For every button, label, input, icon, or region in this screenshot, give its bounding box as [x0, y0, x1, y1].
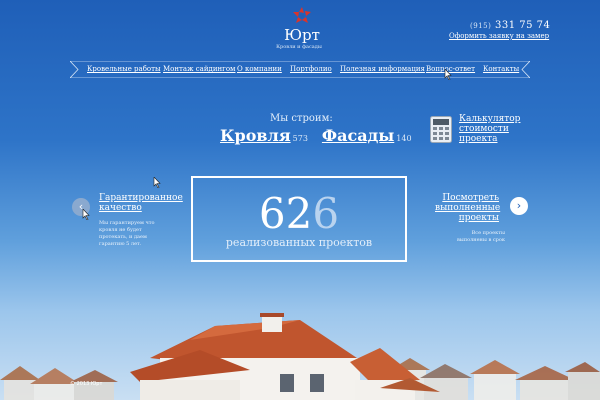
- nav-item-useful-info[interactable]: Полезная информация: [340, 65, 425, 73]
- nav-item-portfolio[interactable]: Портфолио: [290, 65, 332, 73]
- nav-item-contacts[interactable]: Контакты: [483, 65, 519, 73]
- view-projects-line1: Посмотреть: [442, 193, 499, 203]
- stats-row: Кровля 573 Фасады 140: [220, 126, 426, 145]
- phone-number: (915) 331 75 74: [470, 20, 550, 31]
- quality-desc-line4: гарантию 5 лет.: [99, 241, 142, 247]
- stats-heading: Мы строим:: [270, 113, 333, 124]
- facade-count: 140: [396, 134, 412, 143]
- roof-count: 573: [292, 134, 308, 143]
- quality-desc-line3: протекать, и даем: [99, 234, 147, 240]
- calculator-icon[interactable]: [430, 116, 452, 143]
- logo-subtitle: Кровли и фасады: [276, 44, 322, 50]
- next-arrow-button[interactable]: ›: [510, 197, 528, 215]
- hand-cursor-icon: [444, 69, 452, 80]
- calculator-line3: проекта: [459, 134, 498, 144]
- quality-description: Мы гарантируем что кровля не будет проте…: [99, 220, 179, 248]
- view-projects-desc-line1: Все проекты: [471, 230, 505, 236]
- calculator-link[interactable]: Калькулятор стоимости проекта: [459, 114, 520, 144]
- logo-title: Юрт: [284, 26, 320, 44]
- projects-counter: 626 реализованных проектов: [191, 176, 407, 262]
- main-navigation: Кровельные работы Монтаж сайдингом О ком…: [70, 61, 530, 78]
- view-projects-line2: выполненные: [435, 203, 501, 213]
- counter-value-flip: 6: [312, 189, 340, 238]
- view-projects-description: Все проекты выполнены в срок: [435, 230, 505, 244]
- star-logo-icon: [293, 7, 311, 23]
- view-projects-line3: проекты: [458, 213, 499, 223]
- quality-desc-line1: Мы гарантируем что: [99, 220, 155, 226]
- hand-cursor-icon-left: [82, 209, 90, 220]
- calculator-line2: стоимости: [459, 124, 509, 134]
- phone-code: (915): [470, 22, 492, 30]
- phone-main: 331 75 74: [495, 20, 551, 31]
- counter-value-main: 62: [258, 189, 313, 238]
- order-measure-link[interactable]: Оформить заявку на замер: [449, 32, 549, 40]
- quality-title-line2: качество: [99, 203, 142, 213]
- counter-label: реализованных проектов: [225, 236, 373, 249]
- quality-link[interactable]: Гарантированное качество: [99, 193, 183, 213]
- copyright: © 2013 Юрт: [70, 381, 103, 387]
- calculator-line1: Калькулятор: [459, 114, 521, 124]
- nav-item-siding[interactable]: Монтаж сайдингом: [163, 65, 236, 73]
- view-projects-link[interactable]: Посмотреть выполненные проекты: [435, 193, 501, 223]
- logo[interactable]: Юрт Кровли и фасады: [276, 6, 324, 50]
- counter-value: 626: [193, 192, 405, 236]
- arrow-cursor-icon: [153, 177, 161, 188]
- facade-link[interactable]: Фасады: [322, 126, 394, 145]
- roof-link[interactable]: Кровля: [220, 126, 291, 145]
- quality-desc-line2: кровля не будет: [99, 227, 142, 233]
- nav-item-about[interactable]: О компании: [237, 65, 282, 73]
- nav-item-roofing[interactable]: Кровельные работы: [87, 65, 161, 73]
- view-projects-desc-line2: выполнены в срок: [456, 237, 505, 243]
- quality-title-line1: Гарантированное: [99, 193, 183, 203]
